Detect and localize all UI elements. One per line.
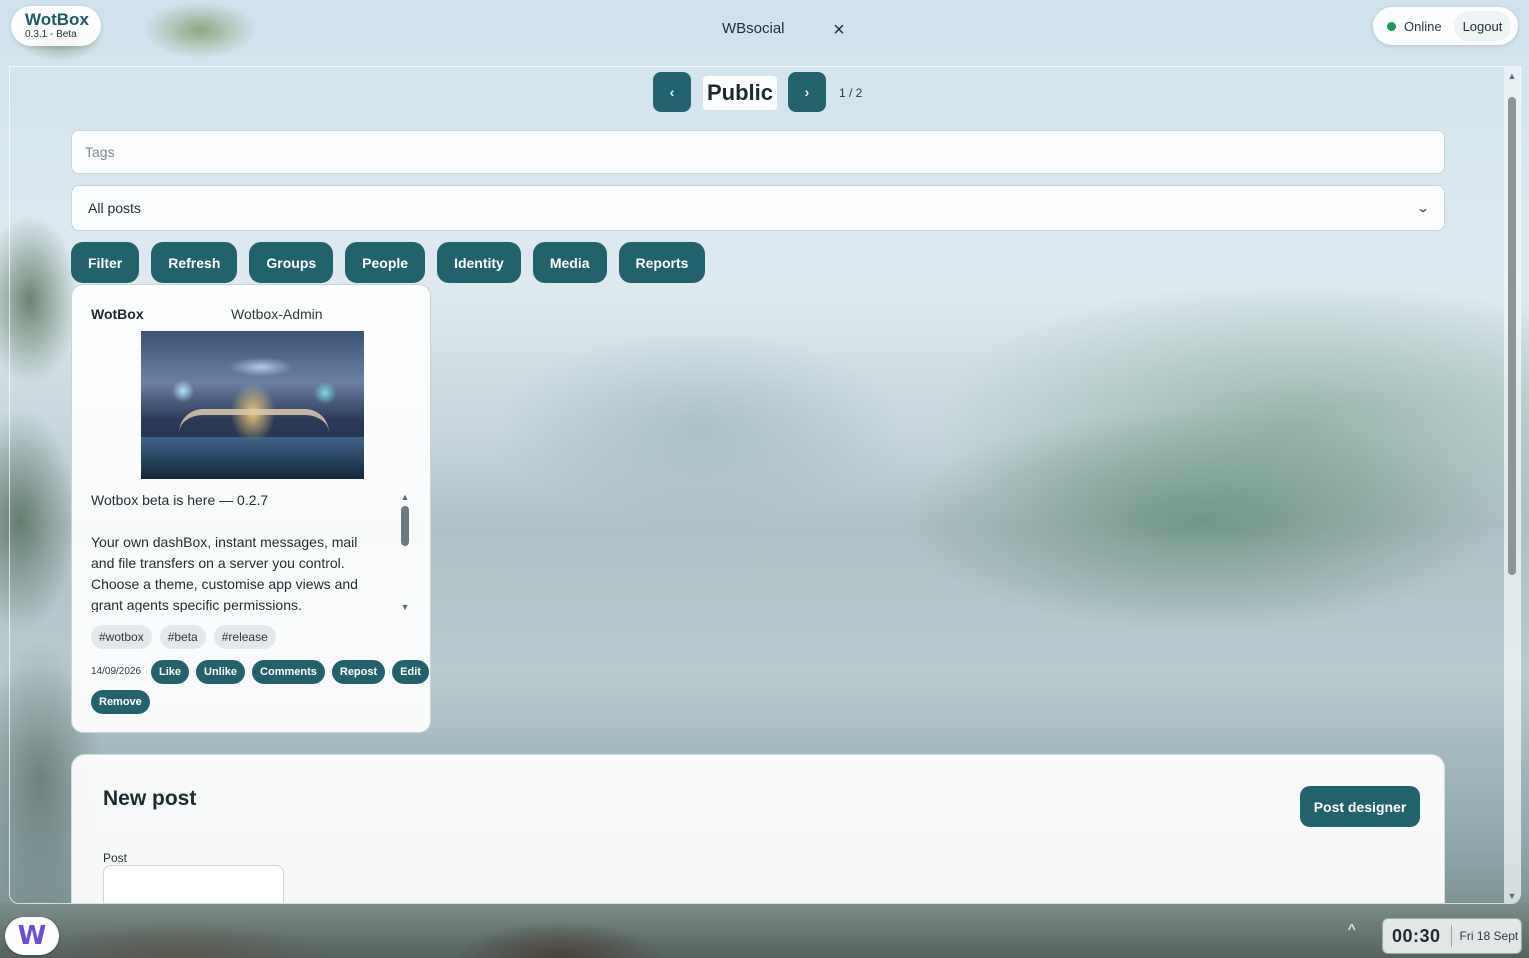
people-button[interactable]: People bbox=[345, 242, 426, 283]
post-tags: #wotbox #beta #release bbox=[91, 625, 276, 649]
new-post-section: New post Post designer Post bbox=[71, 754, 1445, 903]
scroll-thumb[interactable] bbox=[1508, 97, 1516, 575]
window-title: WBsocial bbox=[722, 20, 785, 37]
filter-button[interactable]: Filter bbox=[71, 242, 140, 283]
next-page-button[interactable]: › bbox=[788, 72, 826, 112]
brand-badge: WotBox 0.3.1 - Beta bbox=[11, 6, 101, 46]
page-count: 1 / 2 bbox=[839, 86, 863, 100]
taskbar-background bbox=[0, 902, 1529, 958]
post-image[interactable] bbox=[141, 331, 364, 479]
clock-divider bbox=[1450, 925, 1452, 947]
clock-time: 00:30 bbox=[1392, 925, 1441, 946]
online-status: Online bbox=[1404, 18, 1442, 34]
scroll-thumb[interactable] bbox=[401, 506, 409, 546]
refresh-button[interactable]: Refresh bbox=[151, 242, 238, 283]
brand-name: WotBox bbox=[25, 10, 89, 29]
scroll-up-icon[interactable]: ▲ bbox=[1504, 69, 1520, 83]
close-icon[interactable]: × bbox=[829, 19, 849, 41]
clock-date: Fri 18 Sept bbox=[1459, 929, 1519, 943]
post-text-headline: Wotbox beta is here — 0.2.7 bbox=[91, 492, 269, 508]
post-text-body: Your own dashBox, instant messages, mail… bbox=[91, 534, 358, 612]
online-dot-icon bbox=[1387, 21, 1396, 31]
reports-button[interactable]: Reports bbox=[618, 242, 706, 283]
edit-button[interactable]: Edit bbox=[392, 660, 429, 684]
tags-input[interactable] bbox=[71, 130, 1445, 174]
scroll-up-icon[interactable]: ▲ bbox=[399, 492, 411, 502]
action-toolbar: Filter Refresh Groups People Identity Me… bbox=[71, 242, 706, 283]
post-field-label: Post bbox=[103, 851, 128, 865]
post-card: WotBox Wotbox-Admin Wotbox beta is here … bbox=[71, 284, 431, 733]
post-author: WotBox bbox=[91, 306, 144, 322]
identity-button[interactable]: Identity bbox=[437, 242, 521, 283]
feed-title: Public bbox=[703, 76, 777, 110]
groups-button[interactable]: Groups bbox=[249, 242, 334, 283]
post-designer-button[interactable]: Post designer bbox=[1300, 786, 1420, 827]
prev-page-button[interactable]: ‹ bbox=[653, 72, 691, 112]
tag-chip[interactable]: #wotbox bbox=[91, 625, 152, 649]
status-pill: Online Logout bbox=[1373, 7, 1518, 45]
brand-version: 0.3.1 - Beta bbox=[25, 29, 77, 40]
posts-select[interactable]: All posts ⌄ bbox=[71, 185, 1445, 231]
repost-button[interactable]: Repost bbox=[331, 660, 386, 684]
scroll-down-icon[interactable]: ▼ bbox=[399, 602, 411, 612]
like-button[interactable]: Like bbox=[151, 660, 190, 684]
wotbox-logo-icon: W bbox=[17, 921, 47, 951]
logout-button[interactable]: Logout bbox=[1453, 11, 1512, 41]
tray-expand-icon[interactable]: ^ bbox=[1348, 922, 1356, 940]
main-scrollbar[interactable]: ▲ ▼ bbox=[1504, 67, 1520, 903]
clock[interactable]: 00:30 Fri 18 Sept bbox=[1382, 918, 1522, 954]
post-actions: Like Unlike Comments Repost Edit bbox=[151, 660, 429, 684]
post-actions-secondary: Remove bbox=[91, 690, 150, 714]
scroll-down-icon[interactable]: ▼ bbox=[1504, 889, 1520, 903]
comments-button[interactable]: Comments bbox=[252, 660, 325, 684]
app-panel: ‹ Public › 1 / 2 All posts ⌄ Filter Refr… bbox=[9, 66, 1521, 904]
unlike-button[interactable]: Unlike bbox=[196, 660, 246, 684]
posts-select-value: All posts bbox=[88, 200, 141, 216]
post-textarea[interactable] bbox=[103, 865, 284, 903]
image-water bbox=[141, 437, 364, 479]
remove-button[interactable]: Remove bbox=[91, 690, 150, 714]
post-text: Wotbox beta is here — 0.2.7 Your own das… bbox=[91, 490, 383, 612]
post-text-scrollbar[interactable]: ▲ ▼ bbox=[399, 492, 411, 612]
chevron-down-icon: ⌄ bbox=[1415, 201, 1431, 215]
post-date: 14/09/2026 bbox=[91, 666, 142, 677]
media-button[interactable]: Media bbox=[532, 242, 607, 283]
tag-chip[interactable]: #beta bbox=[159, 625, 206, 649]
new-post-title: New post bbox=[103, 787, 197, 810]
image-bridge bbox=[179, 409, 329, 433]
start-button[interactable]: W bbox=[5, 917, 59, 955]
tag-chip[interactable]: #release bbox=[213, 625, 276, 649]
post-handle: Wotbox-Admin bbox=[231, 306, 323, 322]
